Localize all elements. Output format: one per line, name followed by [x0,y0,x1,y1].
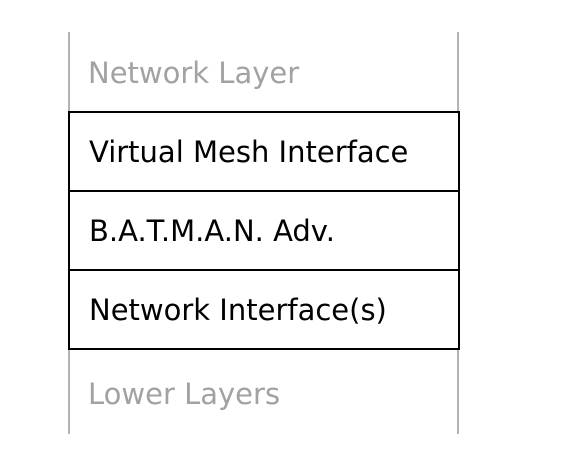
protocol-stack-diagram: Network Layer Virtual Mesh Interface B.A… [68,32,460,434]
upper-layer-label: Network Layer [88,56,300,90]
lower-layer-label: Lower Layers [88,377,281,411]
layer-boxes: Virtual Mesh Interface B.A.T.M.A.N. Adv.… [68,111,460,350]
network-interfaces-layer: Network Interface(s) [68,269,460,350]
virtual-mesh-interface-layer: Virtual Mesh Interface [68,111,460,192]
batman-adv-layer: B.A.T.M.A.N. Adv. [68,190,460,271]
